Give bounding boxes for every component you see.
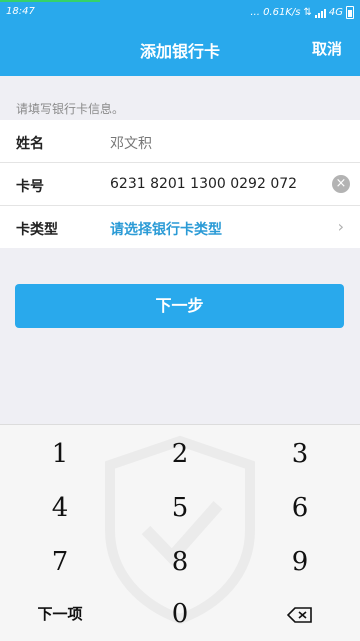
- next-step-button[interactable]: 下一步: [15, 284, 344, 328]
- key-9[interactable]: 9: [240, 535, 360, 589]
- backspace-key[interactable]: [240, 587, 360, 641]
- key-5[interactable]: 5: [120, 481, 240, 535]
- key-3[interactable]: 3: [240, 427, 360, 481]
- cancel-button[interactable]: 取消: [312, 38, 342, 59]
- name-row: 姓名 邓文积: [0, 120, 360, 163]
- numeric-keyboard: 1 2 3 4 5 6 7 8 9 下一项 0: [0, 424, 360, 641]
- key-4[interactable]: 4: [0, 481, 120, 535]
- card-type-row[interactable]: 卡类型 请选择银行卡类型 ›: [0, 206, 360, 248]
- key-7[interactable]: 7: [0, 535, 120, 589]
- card-number-label: 卡号: [16, 179, 44, 195]
- key-0[interactable]: 0: [120, 587, 240, 641]
- key-1[interactable]: 1: [0, 427, 120, 481]
- key-6[interactable]: 6: [240, 481, 360, 535]
- network-type: 4G: [328, 7, 343, 18]
- card-number-row: 卡号 6231 8201 1300 0292 072 ×: [0, 163, 360, 206]
- name-value: 邓文积: [110, 136, 152, 152]
- name-label: 姓名: [16, 136, 44, 152]
- bank-card-form: 姓名 邓文积 卡号 6231 8201 1300 0292 072 × 卡类型 …: [0, 120, 360, 248]
- data-arrows-icon: ⇅: [303, 7, 312, 18]
- key-2[interactable]: 2: [120, 427, 240, 481]
- status-indicators: ... 0.61K/s ⇅ 4G: [250, 6, 354, 19]
- signal-icon: [314, 8, 326, 18]
- chevron-right-icon: ›: [337, 217, 344, 236]
- form-hint: 请填写银行卡信息。: [16, 102, 125, 116]
- backspace-icon: [286, 607, 312, 623]
- card-type-select[interactable]: 请选择银行卡类型: [110, 219, 222, 239]
- card-number-input[interactable]: 6231 8201 1300 0292 072: [110, 176, 297, 192]
- status-bar: 18:47 ... 0.61K/s ⇅ 4G: [0, 0, 360, 24]
- header: 18:47 ... 0.61K/s ⇅ 4G 添加银行卡 取消: [0, 0, 360, 76]
- key-8[interactable]: 8: [120, 535, 240, 589]
- page-title: 添加银行卡: [139, 42, 220, 61]
- network-speed: ... 0.61K/s: [250, 7, 301, 18]
- clear-icon[interactable]: ×: [332, 175, 350, 193]
- status-time: 18:47: [6, 6, 35, 17]
- battery-icon: [346, 6, 354, 19]
- next-field-key[interactable]: 下一项: [0, 587, 120, 641]
- card-type-label: 卡类型: [16, 222, 58, 238]
